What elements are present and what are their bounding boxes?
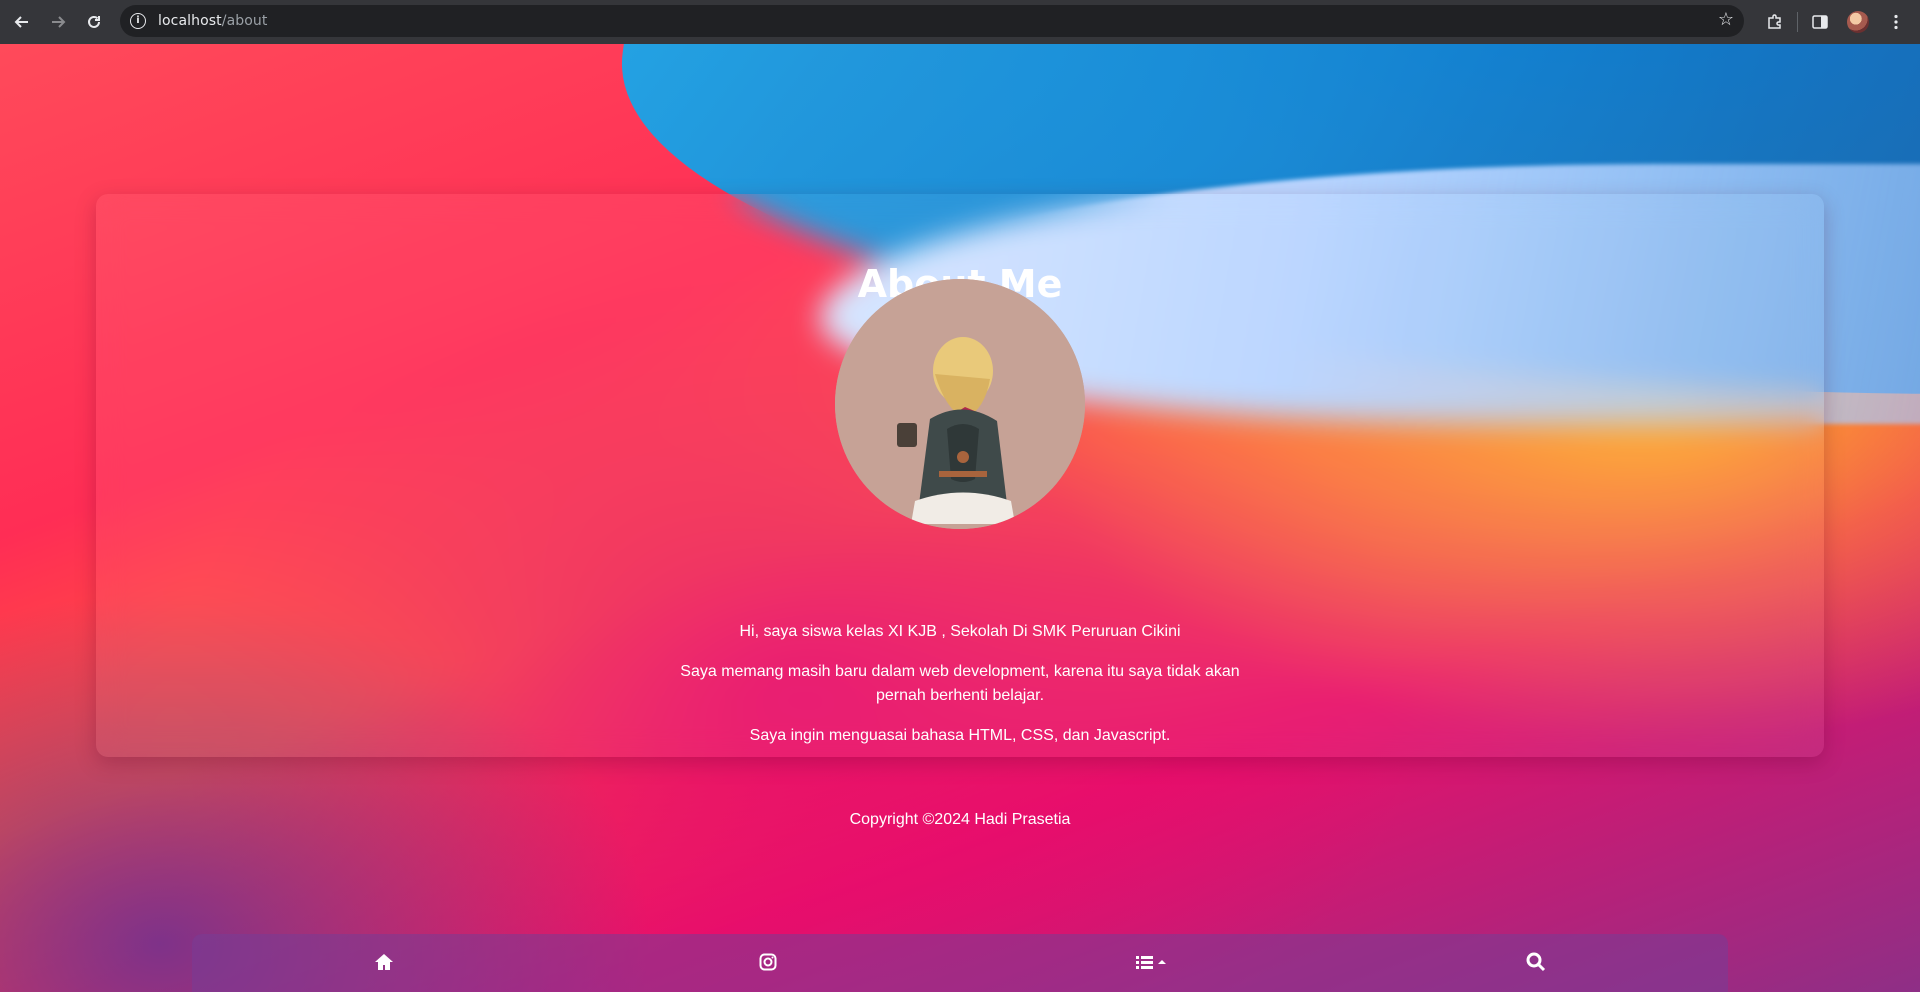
copyright-text: Copyright ©2024 Hadi Prasetia bbox=[849, 811, 1071, 828]
bio-section: Hi, saya siswa kelas XI KJB , Sekolah Di… bbox=[660, 620, 1260, 764]
arrow-left-icon bbox=[14, 16, 28, 28]
toolbar-right bbox=[1759, 0, 1920, 44]
bio-line-2: Saya memang masih baru dalam web develop… bbox=[680, 663, 1240, 704]
anime-character-illustration bbox=[835, 279, 1085, 529]
home-icon bbox=[375, 954, 393, 970]
arrow-right-icon bbox=[52, 16, 66, 28]
avatar bbox=[1847, 11, 1869, 33]
address-bar[interactable]: i localhost/about ☆ bbox=[120, 5, 1744, 37]
url-text: localhost/about bbox=[158, 13, 267, 29]
browser-toolbar: i localhost/about ☆ bbox=[0, 0, 1920, 44]
extensions-button[interactable] bbox=[1759, 6, 1791, 38]
nav-home-button[interactable] bbox=[344, 944, 424, 980]
forward-button[interactable] bbox=[40, 4, 76, 40]
bio-line-1: Hi, saya siswa kelas XI KJB , Sekolah Di… bbox=[739, 623, 1181, 640]
profile-photo bbox=[835, 279, 1085, 529]
list-caret-up-icon bbox=[1136, 956, 1166, 969]
url-path: /about bbox=[221, 13, 268, 29]
nav-search-button[interactable] bbox=[1496, 944, 1576, 980]
instagram-icon bbox=[759, 953, 777, 971]
more-vert-icon bbox=[1894, 14, 1898, 30]
url-host: localhost bbox=[158, 13, 222, 29]
nav-menu-button[interactable] bbox=[1112, 944, 1192, 980]
nav-instagram-button[interactable] bbox=[728, 944, 808, 980]
star-icon[interactable]: ☆ bbox=[1718, 9, 1734, 30]
puzzle-icon bbox=[1768, 14, 1781, 29]
bottom-nav bbox=[192, 934, 1728, 992]
side-panel-button[interactable] bbox=[1804, 6, 1836, 38]
info-icon[interactable]: i bbox=[130, 13, 146, 29]
back-button[interactable] bbox=[4, 4, 40, 40]
side-panel-icon bbox=[1812, 15, 1828, 29]
reload-button[interactable] bbox=[76, 4, 112, 40]
bio-line-3: Saya ingin menguasai bahasa HTML, CSS, d… bbox=[749, 727, 1171, 744]
search-icon bbox=[1526, 952, 1546, 972]
toolbar-divider bbox=[1797, 12, 1798, 32]
menu-button[interactable] bbox=[1880, 6, 1912, 38]
profile-button[interactable] bbox=[1842, 6, 1874, 38]
reload-icon bbox=[88, 15, 100, 28]
